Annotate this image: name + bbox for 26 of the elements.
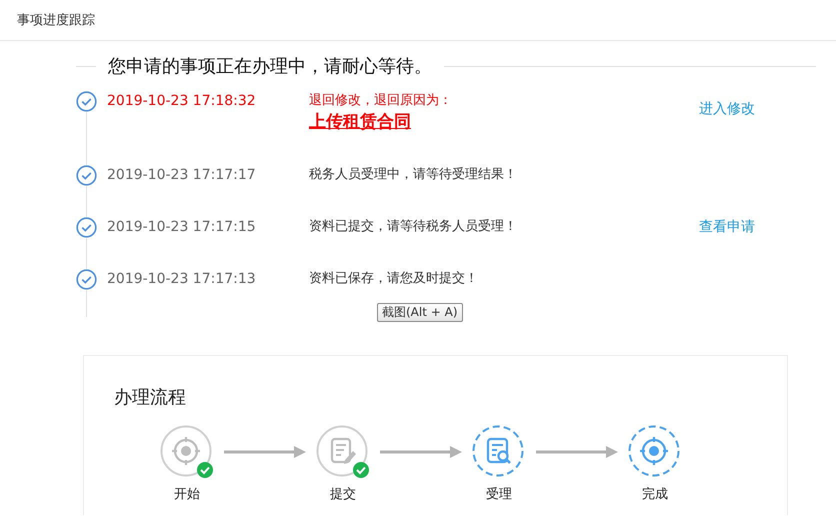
action-link[interactable]: 查看申请 xyxy=(699,217,755,237)
timestamp: 2019-10-23 17:17:15 xyxy=(107,219,256,235)
timestamp: 2019-10-23 17:17:13 xyxy=(107,271,256,287)
check-circle-icon xyxy=(76,217,97,238)
status-notice: 您申请的事项正在办理中，请耐心等待。 xyxy=(107,54,433,78)
status-message: 资料已保存，请您及时提交！ xyxy=(309,271,478,286)
check-circle-icon xyxy=(76,91,97,112)
status-message: 税务人员受理中，请等待受理结果！ xyxy=(309,167,517,182)
step-label: 提交 xyxy=(330,486,356,504)
arrow-icon xyxy=(224,446,306,458)
arrow-icon xyxy=(536,446,618,458)
arrow-icon xyxy=(380,446,462,458)
status-message: 退回修改，退回原因为： xyxy=(309,93,452,108)
timestamp: 2019-10-23 17:18:32 xyxy=(107,93,256,109)
return-reason: 上传租赁合同 xyxy=(309,111,411,133)
step-label: 开始 xyxy=(174,486,200,504)
step-label: 受理 xyxy=(486,486,512,504)
action-link[interactable]: 进入修改 xyxy=(699,99,755,119)
step-label: 完成 xyxy=(642,486,668,504)
page-title: 事项进度跟踪 xyxy=(17,13,95,28)
check-circle-icon xyxy=(76,165,97,186)
tooltip: 截图(Alt + A) xyxy=(377,303,463,322)
flow-title: 办理流程 xyxy=(114,386,187,410)
check-circle-icon xyxy=(76,269,97,290)
status-message: 资料已提交，请等待税务人员受理！ xyxy=(309,219,517,234)
timestamp: 2019-10-23 17:17:17 xyxy=(107,167,256,183)
